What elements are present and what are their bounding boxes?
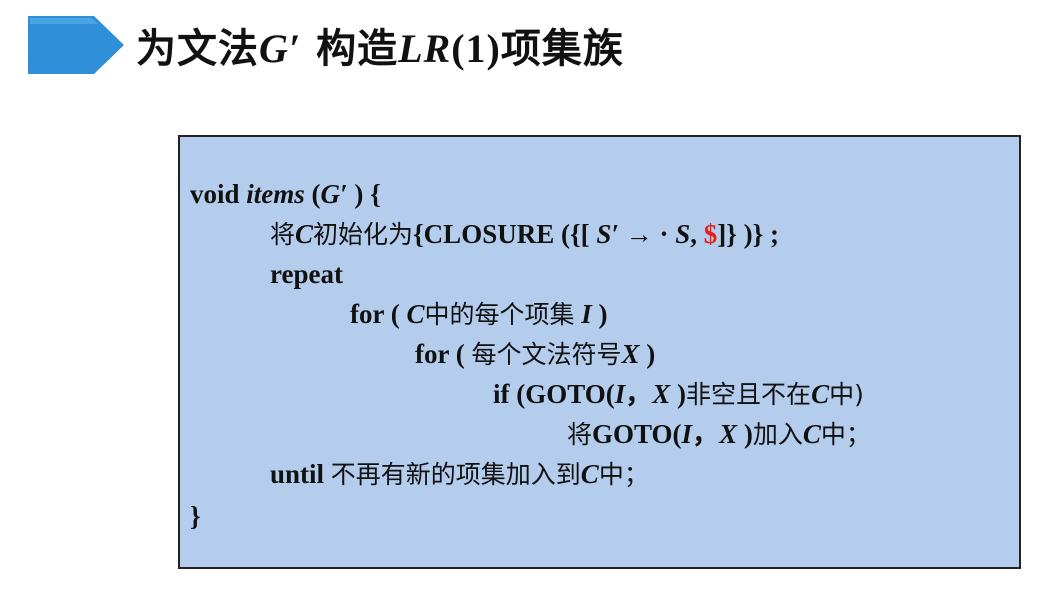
slide-title-bar: 为文法G′ 构造LR(1)项集族	[28, 14, 624, 76]
code-line-9: }	[190, 501, 201, 531]
code-line-7: 将GOTO(I，X )加入C中；	[567, 419, 871, 449]
pseudocode-box: void items (G′ ) { 将C初始化为{CLOSURE ({[ S′…	[178, 135, 1021, 569]
code-line-6: if (GOTO(I，X )非空且不在C中)	[493, 379, 864, 409]
code-line-1: void items (G′ ) {	[190, 179, 381, 209]
title-arrow-icon	[28, 16, 124, 74]
code-line-5: for ( 每个文法符号X )	[415, 339, 656, 369]
code-line-8: until 不再有新的项集加入到C中；	[270, 459, 649, 489]
code-line-4: for ( C中的每个项集 I )	[350, 299, 608, 329]
code-line-3: repeat	[270, 259, 343, 289]
end-marker-dollar: $	[703, 219, 718, 249]
slide-title: 为文法G′ 构造LR(1)项集族	[136, 26, 624, 72]
code-line-2: 将C初始化为{CLOSURE ({[ S′ → · S, $]} )} ;	[270, 219, 780, 249]
